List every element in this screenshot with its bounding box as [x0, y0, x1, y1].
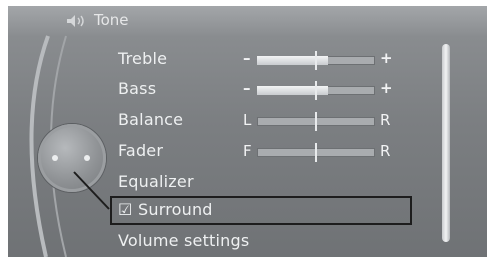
callout-line	[73, 171, 110, 210]
idrive-screen: Tone Treble – + Bass – + Balance L R Fad…	[8, 6, 487, 257]
